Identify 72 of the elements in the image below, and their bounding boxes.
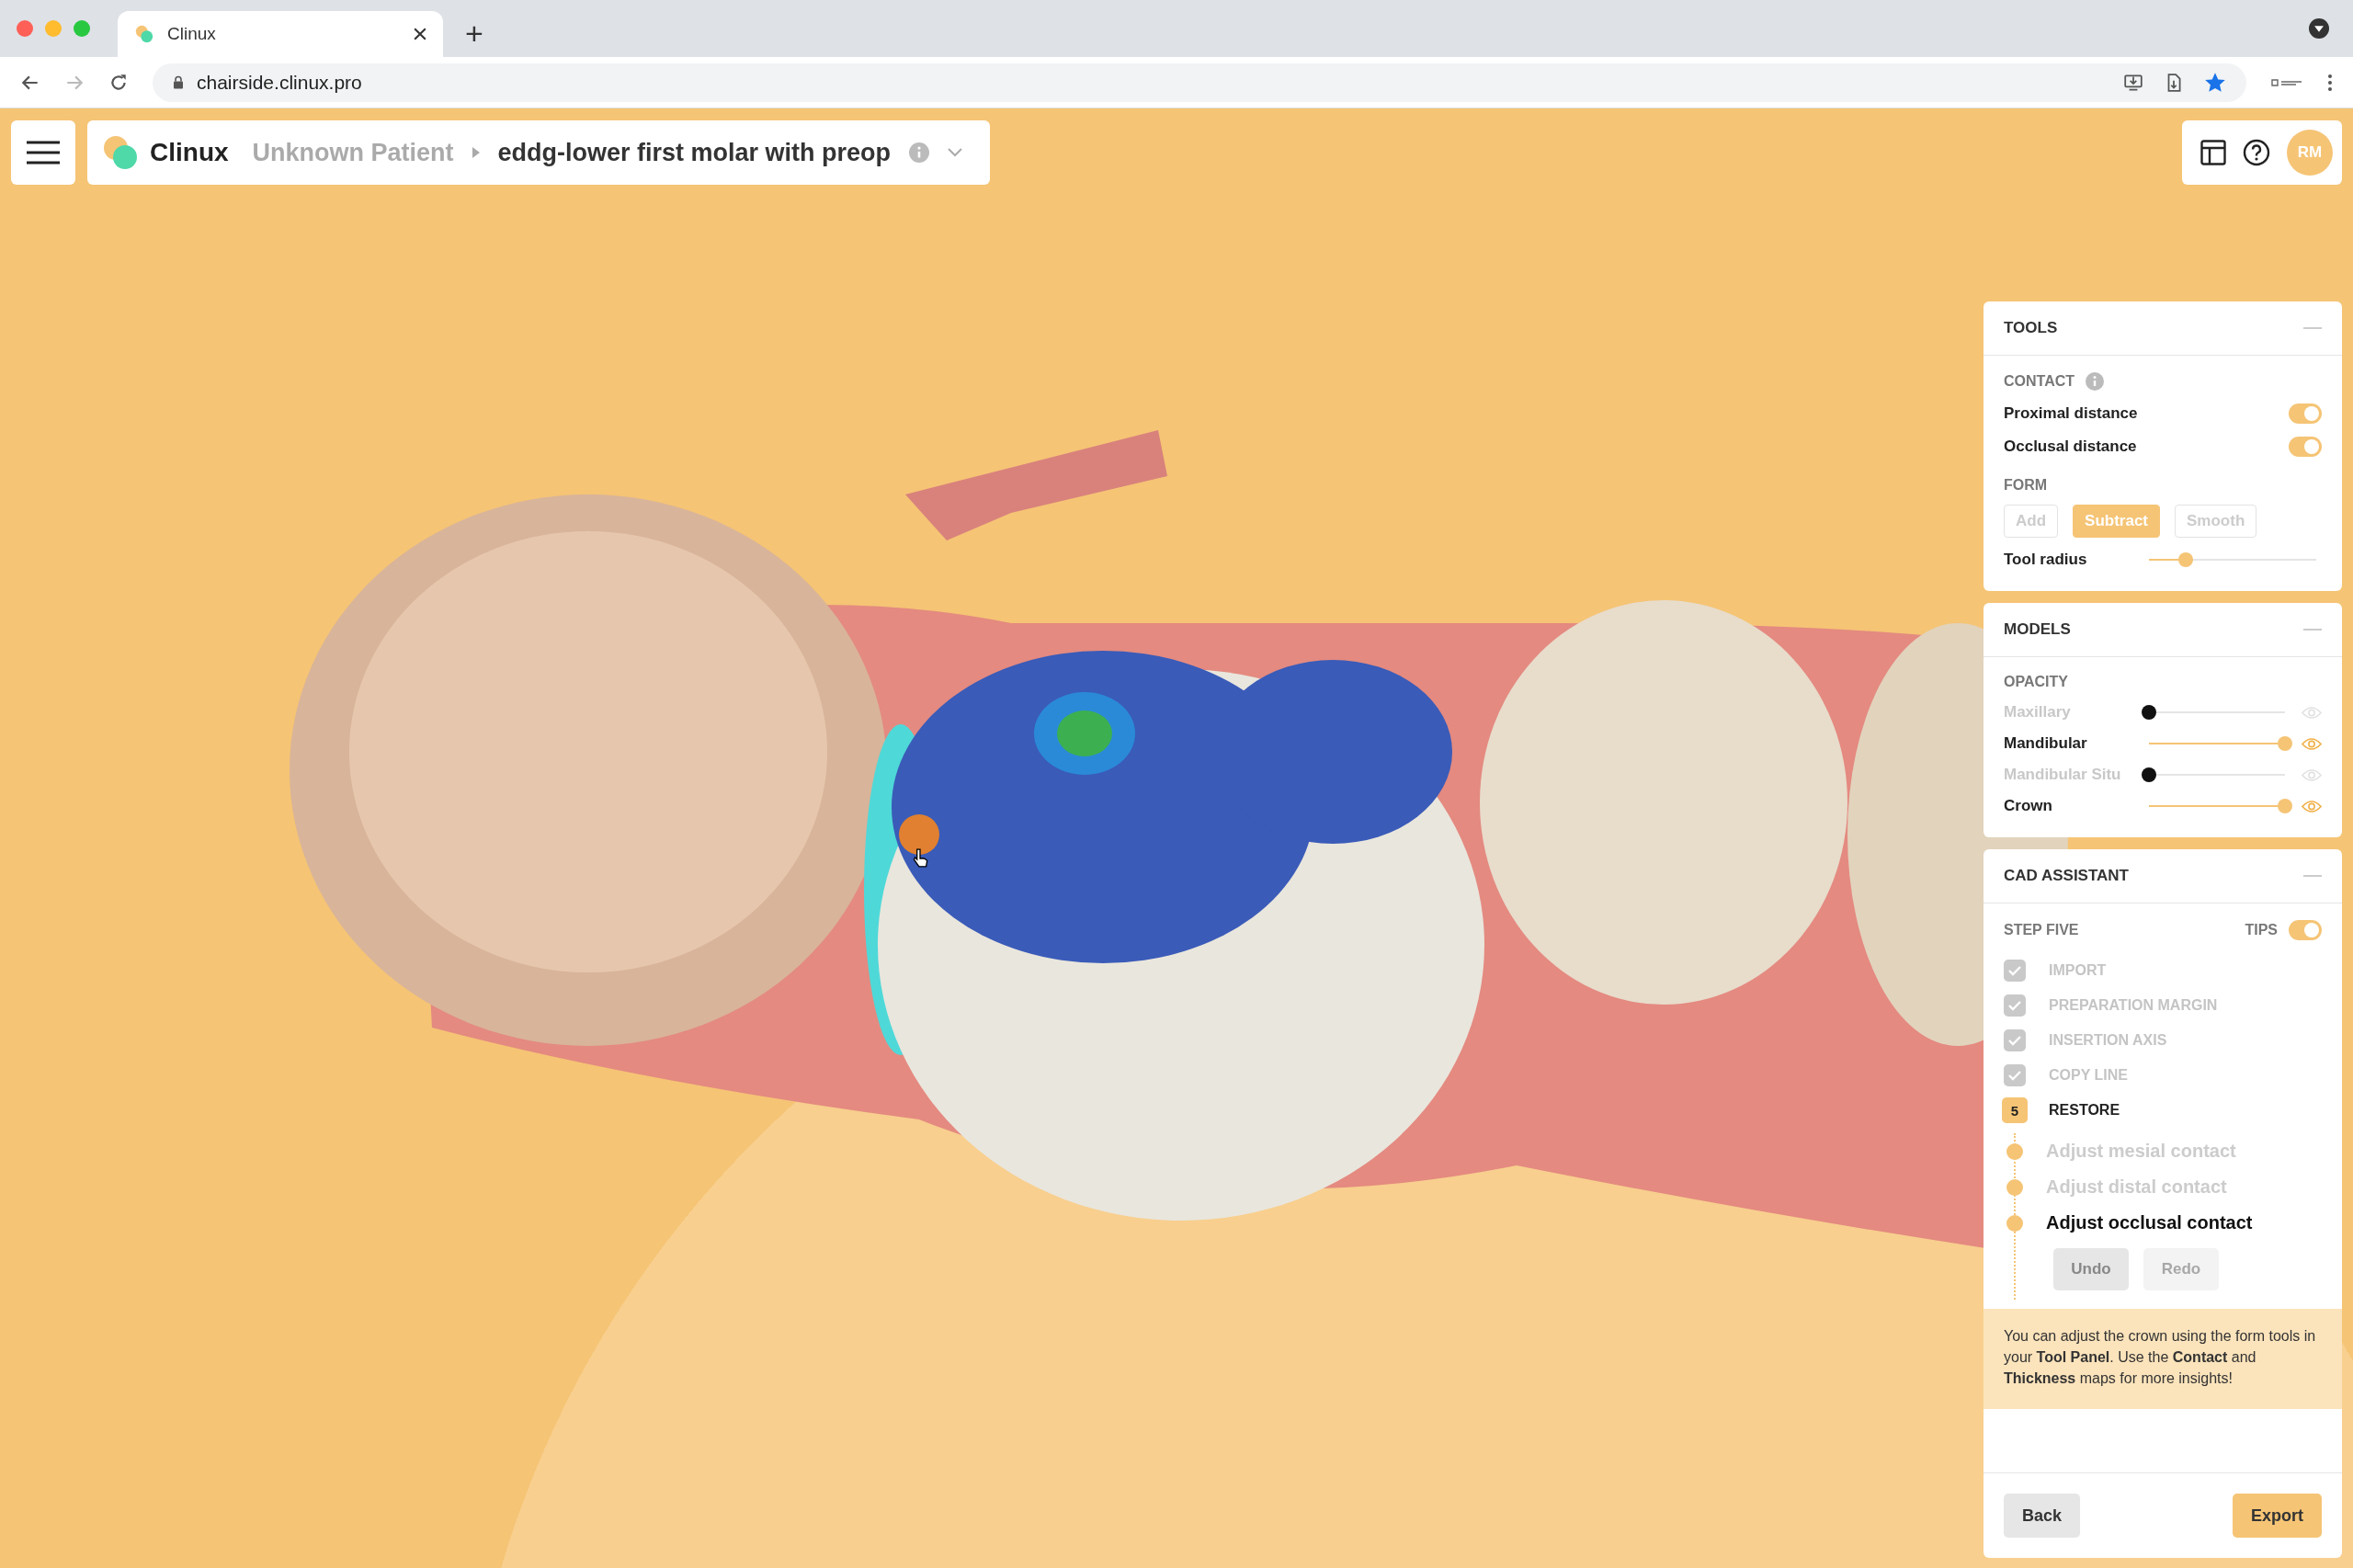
logo-icon: [102, 134, 139, 171]
panel-title: MODELS: [2004, 620, 2071, 639]
eye-icon[interactable]: [2302, 767, 2322, 782]
section-label: FORM: [2004, 477, 2049, 494]
step-label: RESTORE: [2049, 1102, 2120, 1119]
toggle-label: Occlusal distance: [2004, 437, 2137, 456]
menu-icon: [27, 141, 60, 165]
browser-menu-icon[interactable]: [2327, 72, 2333, 93]
help-icon[interactable]: [2243, 139, 2270, 166]
slider-thumb[interactable]: [2178, 552, 2194, 567]
panel-title: TOOLS: [2004, 319, 2058, 337]
minimize-window-icon[interactable]: [45, 20, 62, 37]
patient-link[interactable]: Unknown Patient: [252, 138, 454, 167]
tip-text: You can adjust the crown using the form tools in your Tool Panel. Use the Contact and Thickness maps for more insights!: [2004, 1327, 2317, 1388]
close-tab-icon[interactable]: [414, 28, 426, 40]
info-icon[interactable]: [909, 142, 930, 163]
caret-icon: [472, 147, 480, 158]
toggle-switch[interactable]: [2289, 437, 2322, 457]
step-label: IMPORT: [2049, 962, 2107, 979]
toggle-switch[interactable]: [2289, 403, 2322, 424]
toggle-switch[interactable]: [2289, 920, 2322, 940]
close-window-icon[interactable]: [17, 20, 33, 37]
checkbox-checked-icon: [2004, 1064, 2026, 1086]
reload-icon[interactable]: [108, 72, 129, 93]
slider-label: Tool radius: [2004, 551, 2088, 569]
browser-tab[interactable]: Clinux: [118, 11, 443, 57]
url-field[interactable]: chairside.clinux.pro: [153, 62, 2246, 102]
case-title: eddg-lower first molar with preop: [497, 138, 892, 167]
step-label: PREPARATION MARGIN: [2049, 997, 2218, 1014]
menu-button[interactable]: [11, 120, 75, 185]
eye-icon[interactable]: [2302, 736, 2322, 751]
model-name: Crown: [2004, 797, 2053, 815]
section-label: CONTACT: [2004, 373, 2075, 390]
step-label: INSERTION AXIS: [2049, 1032, 2167, 1049]
model-name: Mandibular: [2004, 734, 2088, 753]
slider-thumb[interactable]: [2142, 705, 2156, 720]
step-number-badge: 5: [2002, 1097, 2028, 1123]
chevron-down-icon[interactable]: [948, 148, 963, 157]
panel-title: CAD ASSISTANT: [2004, 867, 2129, 885]
step-label: STEP FIVE: [2004, 922, 2079, 938]
brand-name: Clinux: [150, 138, 229, 167]
maximize-window-icon[interactable]: [74, 20, 90, 37]
info-icon[interactable]: [2086, 372, 2105, 391]
layout-icon[interactable]: [2200, 140, 2226, 165]
history-button[interactable]: Undo: [2053, 1248, 2129, 1290]
export-button[interactable]: Export: [2233, 1494, 2322, 1538]
checkbox-checked-icon: [2004, 1029, 2026, 1051]
tab-search-icon[interactable]: [2309, 18, 2329, 39]
substep-item[interactable]: Adjust occlusal contact: [2046, 1212, 2253, 1233]
lock-icon: [173, 75, 184, 89]
back-button[interactable]: Back: [2004, 1494, 2081, 1538]
slider-thumb[interactable]: [2278, 736, 2292, 751]
section-label: OPACITY: [2004, 674, 2069, 690]
hand-cursor-icon: [912, 848, 928, 869]
slider-thumb[interactable]: [2142, 767, 2156, 782]
toggle-label: Proximal distance: [2004, 404, 2138, 423]
checkbox-checked-icon: [2004, 960, 2026, 982]
install-icon[interactable]: [2123, 72, 2143, 93]
substep-dot-icon: [2006, 1142, 2023, 1160]
slider-thumb[interactable]: [2278, 799, 2292, 813]
eye-icon[interactable]: [2302, 705, 2322, 720]
step-label: COPY LINE: [2049, 1067, 2128, 1084]
logo-icon: [134, 24, 154, 44]
tab-title: Clinux: [167, 24, 217, 44]
url-text: chairside.clinux.pro: [197, 71, 362, 94]
form-tool-button[interactable]: Subtract: [2073, 505, 2160, 538]
new-tab-button[interactable]: +: [460, 16, 489, 51]
tips-label: TIPS: [2245, 922, 2278, 938]
checkbox-checked-icon: [2004, 994, 2026, 1017]
eye-icon[interactable]: [2302, 799, 2322, 813]
user-avatar[interactable]: RM: [2287, 130, 2333, 176]
star-icon[interactable]: [2204, 71, 2226, 94]
